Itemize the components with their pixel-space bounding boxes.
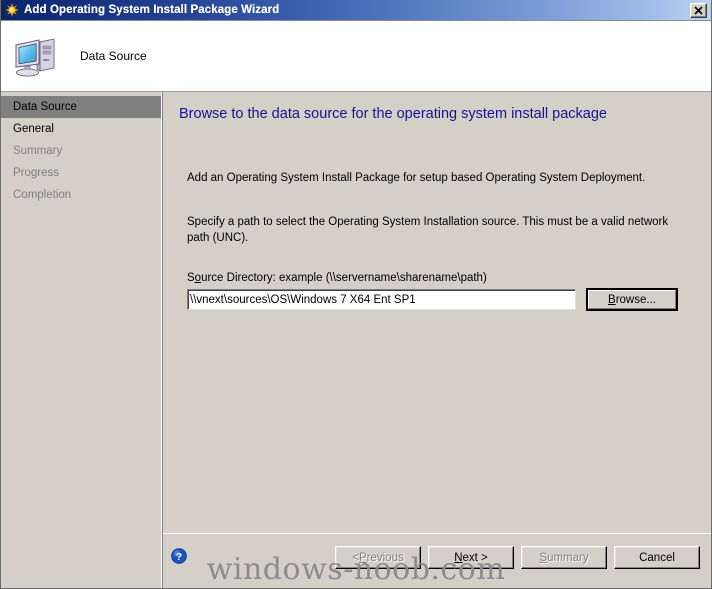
source-directory-input[interactable]	[187, 289, 576, 310]
source-directory-label-prefix: S	[187, 272, 195, 284]
sidebar-item-completion[interactable]: Completion	[1, 184, 161, 206]
content-main: Browse to the data source for the operat…	[163, 92, 711, 533]
help-question-icon[interactable]: ?	[171, 548, 187, 564]
browse-button-suffix: rowse...	[615, 293, 656, 306]
sidebar-item-summary[interactable]: Summary	[1, 140, 161, 162]
summary-button-accel: S	[539, 551, 548, 564]
wizard-window: Add Operating System Install Package Wiz…	[0, 0, 712, 589]
sidebar-item-label: Progress	[13, 167, 60, 179]
summary-button[interactable]: Summary	[521, 546, 607, 569]
cancel-button[interactable]: Cancel	[614, 546, 700, 569]
wizard-body: Data Source General Summary Progress Com…	[1, 92, 711, 588]
cancel-button-label: Cancel	[639, 551, 675, 564]
sidebar-item-label: Data Source	[13, 101, 77, 113]
next-button-suffix: ext >	[462, 551, 488, 564]
previous-button[interactable]: < Previous	[335, 546, 421, 569]
wizard-content-pane: Browse to the data source for the operat…	[162, 92, 711, 588]
description-paragraph-2: Specify a path to select the Operating S…	[187, 216, 669, 244]
browse-button-accel: B	[608, 293, 616, 306]
wizard-star-icon	[4, 2, 20, 18]
browse-button[interactable]: Browse...	[586, 288, 678, 311]
sidebar-item-general[interactable]: General	[1, 118, 161, 140]
previous-button-suffix: revious	[366, 551, 404, 564]
sidebar-item-label: General	[13, 123, 54, 135]
sidebar-item-progress[interactable]: Progress	[1, 162, 161, 184]
previous-button-prefix: <	[352, 551, 359, 564]
previous-button-accel: P	[358, 551, 367, 564]
computer-icon	[13, 33, 61, 79]
summary-button-suffix: ummary	[547, 551, 589, 564]
sidebar-item-label: Summary	[13, 145, 63, 157]
wizard-header: Data Source	[1, 21, 711, 92]
window-title: Add Operating System Install Package Wiz…	[24, 4, 280, 16]
wizard-steps-sidebar: Data Source General Summary Progress Com…	[1, 92, 162, 588]
title-bar[interactable]: Add Operating System Install Package Wiz…	[1, 0, 711, 21]
source-directory-label: Source Directory: example (\\servername\…	[187, 272, 487, 284]
next-button-accel: N	[454, 551, 463, 564]
header-title: Data Source	[80, 49, 147, 63]
svg-text:?: ?	[176, 551, 182, 563]
sidebar-item-label: Completion	[13, 189, 72, 201]
source-directory-label-suffix: urce Directory: example (\\servername\sh…	[201, 272, 487, 284]
wizard-footer: ? < Previous Next > Summary Cancel	[163, 533, 711, 588]
dialog-button-bar: < Previous Next > Summary Cancel	[335, 546, 700, 569]
description-paragraph-1: Add an Operating System Install Package …	[187, 172, 646, 184]
sidebar-item-data-source[interactable]: Data Source	[1, 96, 161, 118]
page-title: Browse to the data source for the operat…	[179, 106, 607, 122]
next-button[interactable]: Next >	[428, 546, 514, 569]
close-button[interactable]	[690, 3, 707, 18]
